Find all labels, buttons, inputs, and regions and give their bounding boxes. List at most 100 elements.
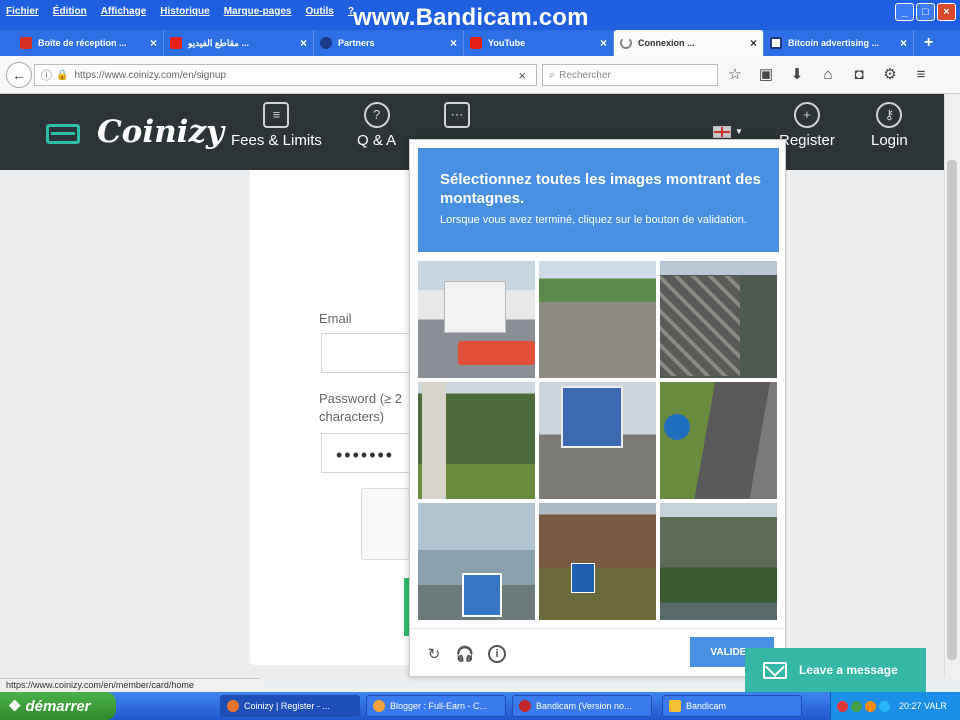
loading-icon xyxy=(620,37,632,49)
home-icon[interactable]: ⌂ xyxy=(819,64,837,84)
tab-close-icon[interactable]: × xyxy=(750,36,757,50)
nav-login[interactable]: ⚷ Login xyxy=(871,102,908,149)
taskbar-item-blogger[interactable]: Blogger : Full-Earn - C... xyxy=(366,695,506,717)
tray-icon[interactable] xyxy=(865,700,876,712)
captcha-tile[interactable] xyxy=(418,503,535,620)
menu-tools[interactable]: Outils xyxy=(306,6,334,17)
system-tray: 20:27 VALR xyxy=(830,692,960,720)
close-window-button[interactable]: × xyxy=(937,3,956,21)
audio-icon[interactable]: 🎧 xyxy=(456,645,475,663)
tab-label: Partners xyxy=(338,38,375,48)
menu-history[interactable]: Historique xyxy=(160,6,209,17)
captcha-header: Sélectionnez toutes les images montrant … xyxy=(418,148,779,252)
nav-chat[interactable]: ⋯ xyxy=(444,102,470,132)
nav-label: Fees & Limits xyxy=(231,132,322,149)
tab-label: Connexion ... xyxy=(638,38,695,48)
captcha-tile[interactable] xyxy=(539,503,656,620)
captcha-tile[interactable] xyxy=(660,382,777,499)
url-text[interactable]: https://www.coinizy.com/en/signup xyxy=(74,70,518,81)
bookmarks-list-icon[interactable]: ▣ xyxy=(757,64,775,84)
pocket-icon[interactable]: ◘ xyxy=(850,64,868,84)
minimize-button[interactable]: _ xyxy=(895,3,914,21)
nav-label: Login xyxy=(871,132,908,149)
tab-gmail[interactable]: Boîte de réception ... × xyxy=(14,30,164,56)
clock: 20:27 VALR xyxy=(899,701,947,711)
firefox-icon xyxy=(227,700,239,712)
tab-label: Boîte de réception ... xyxy=(38,38,127,48)
tab-connexion[interactable]: Connexion ... × xyxy=(614,30,764,56)
email-label: Email xyxy=(319,311,352,326)
captcha-tile[interactable] xyxy=(418,382,535,499)
info-icon[interactable]: i xyxy=(488,645,506,663)
taskbar-item-bandicam-recording[interactable]: Bandicam (Version no... xyxy=(512,695,652,717)
logo-card-icon[interactable] xyxy=(46,124,80,144)
tab-close-icon[interactable]: × xyxy=(150,36,157,50)
download-icon[interactable]: ⬇ xyxy=(788,64,806,84)
captcha-tile[interactable] xyxy=(539,382,656,499)
maximize-button[interactable]: □ xyxy=(916,3,935,21)
hamburger-menu-icon[interactable]: ≡ xyxy=(912,64,930,84)
menu-file[interactable]: Fichier xyxy=(6,6,39,17)
close-icon[interactable]: × xyxy=(518,68,526,83)
captcha-tile[interactable] xyxy=(660,261,777,378)
url-bar[interactable]: ⓘ 🔒 https://www.coinizy.com/en/signup × xyxy=(34,64,537,86)
leave-message-label: Leave a message xyxy=(799,663,898,677)
tab-close-icon[interactable]: × xyxy=(300,36,307,50)
tray-icon[interactable] xyxy=(851,700,862,712)
menu-view[interactable]: Affichage xyxy=(101,6,147,17)
taskbar-item-coinizy[interactable]: Coinizy | Register - ... xyxy=(220,695,360,717)
navigation-bar: ← ⓘ 🔒 https://www.coinizy.com/en/signup … xyxy=(0,56,960,94)
tab-close-icon[interactable]: × xyxy=(900,36,907,50)
chat-icon: ⋯ xyxy=(444,102,470,128)
tab-partners[interactable]: Partners × xyxy=(314,30,464,56)
lock-icon: 🔒 xyxy=(56,69,69,81)
recaptcha-challenge: Sélectionnez toutes les images montrant … xyxy=(409,139,787,677)
chevron-down-icon[interactable]: ▼ xyxy=(735,127,743,136)
new-tab-button[interactable]: + xyxy=(914,30,933,56)
taskbar-item-label: Bandicam (Version no... xyxy=(536,701,632,711)
scrollbar-thumb[interactable] xyxy=(947,160,957,660)
language-flag-icon[interactable] xyxy=(713,126,731,138)
taskbar-item-label: Bandicam xyxy=(686,701,727,711)
windows-logo-icon: ❖ xyxy=(8,698,22,715)
nav-register[interactable]: + Register xyxy=(779,102,835,149)
tab-videos[interactable]: مقاطع الفيديو ... × xyxy=(164,30,314,56)
document-icon: ≡ xyxy=(263,102,290,128)
site-logo[interactable]: Coinizy xyxy=(97,114,224,150)
bookmark-star-icon[interactable]: ☆ xyxy=(726,64,744,84)
leave-message-button[interactable]: Leave a message xyxy=(745,648,926,692)
addon-icon[interactable]: ⚙ xyxy=(881,64,899,84)
info-icon[interactable]: ⓘ xyxy=(41,67,52,83)
captcha-image-grid xyxy=(418,261,779,622)
taskbar-item-bandicam[interactable]: Bandicam xyxy=(662,695,802,717)
menu-bar: Fichier Édition Affichage Historique Mar… xyxy=(0,0,354,22)
tray-icon[interactable] xyxy=(837,700,848,712)
tab-label: مقاطع الفيديو ... xyxy=(188,37,249,48)
window-titlebar: Fichier Édition Affichage Historique Mar… xyxy=(0,0,960,31)
search-icon: ⌕ xyxy=(549,68,556,81)
bandicam-watermark: www.Bandicam.com xyxy=(353,4,589,31)
gmail-icon xyxy=(20,37,32,49)
toolbar-icons: ☆ ▣ ⬇ ⌂ ◘ ⚙ ≡ xyxy=(726,64,930,84)
captcha-footer: ↻ 🎧 i VALIDER xyxy=(410,628,787,676)
back-button[interactable]: ← xyxy=(6,62,32,88)
captcha-tile[interactable] xyxy=(660,503,777,620)
captcha-subtitle: Lorsque vous avez terminé, cliquez sur l… xyxy=(440,214,747,226)
tray-icon[interactable] xyxy=(879,700,890,712)
nav-qa[interactable]: ? Q & A xyxy=(357,102,396,149)
tab-bitcoin-advertising[interactable]: Bitcoin advertising ... × xyxy=(764,30,914,56)
menu-bookmarks[interactable]: Marque-pages xyxy=(224,6,292,17)
tab-close-icon[interactable]: × xyxy=(600,36,607,50)
reload-icon[interactable]: ↻ xyxy=(425,645,443,663)
tab-label: YouTube xyxy=(488,38,526,48)
captcha-tile[interactable] xyxy=(418,261,535,378)
tab-close-icon[interactable]: × xyxy=(450,36,457,50)
bitcoin-ads-icon xyxy=(770,37,782,49)
envelope-icon xyxy=(763,661,787,679)
menu-edit[interactable]: Édition xyxy=(53,6,87,17)
captcha-tile[interactable] xyxy=(539,261,656,378)
start-button[interactable]: ❖ démarrer xyxy=(0,692,116,720)
nav-fees-limits[interactable]: ≡ Fees & Limits xyxy=(231,102,322,149)
tab-youtube[interactable]: YouTube × xyxy=(464,30,614,56)
search-input[interactable]: ⌕ Rechercher xyxy=(542,64,718,86)
